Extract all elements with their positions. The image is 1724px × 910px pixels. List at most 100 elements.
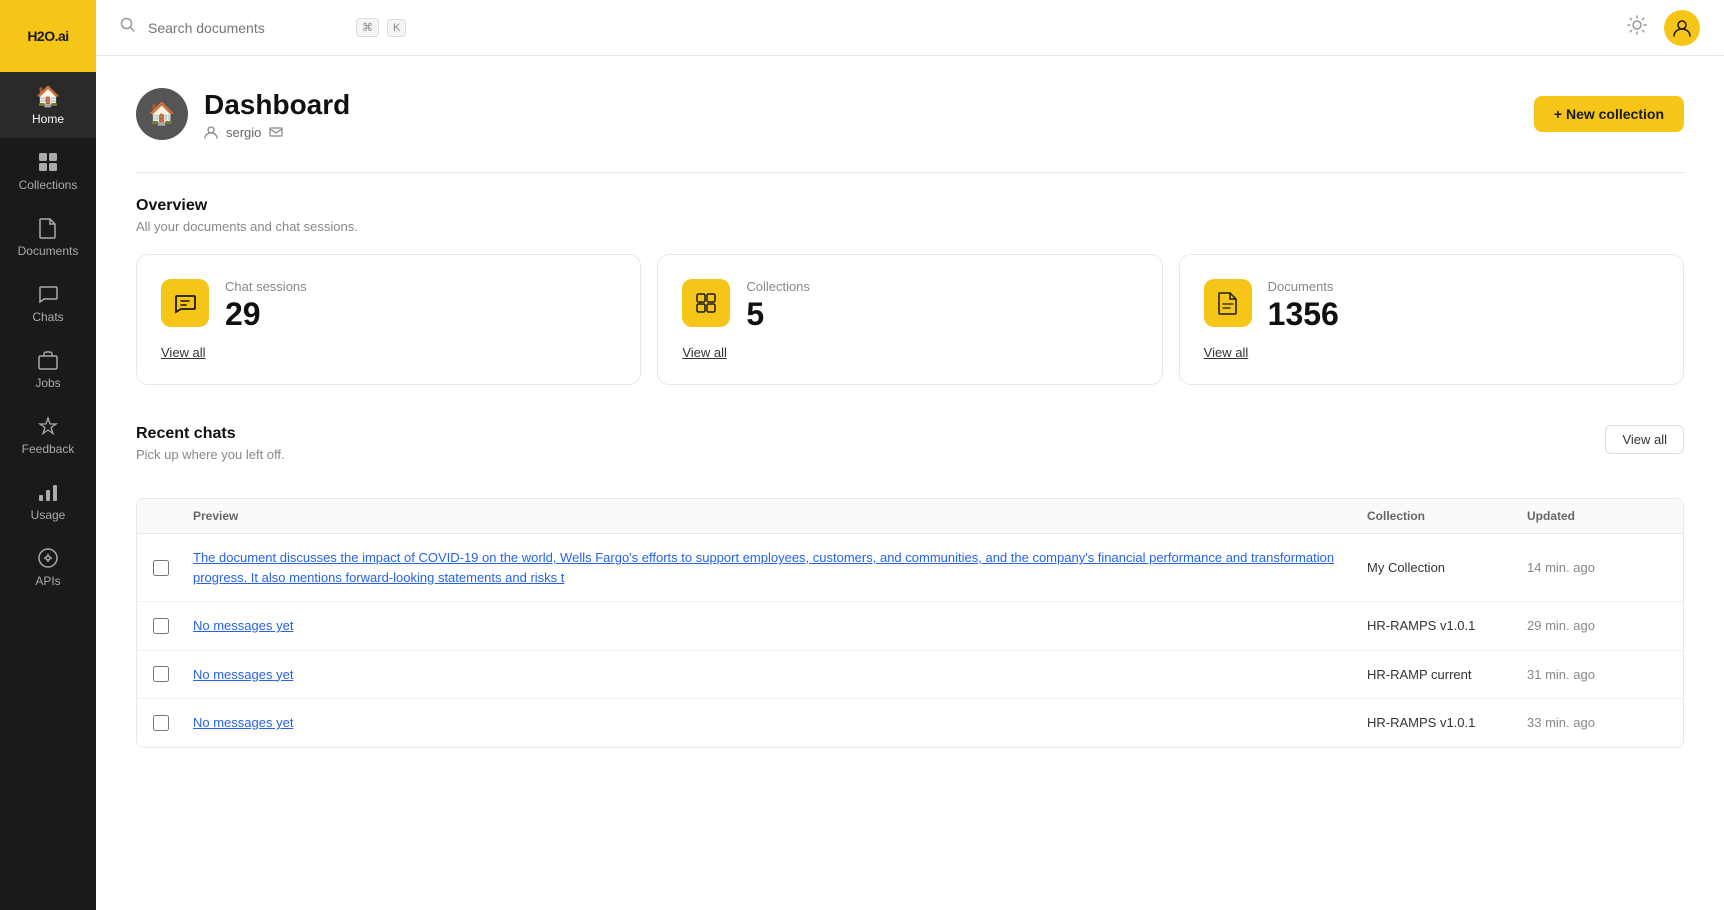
- search-input[interactable]: [148, 20, 348, 36]
- theme-toggle-icon[interactable]: [1626, 14, 1648, 42]
- stat-info-chat: Chat sessions 29: [225, 279, 616, 333]
- stat-view-all-documents[interactable]: View all: [1204, 345, 1249, 360]
- overview-subtitle: All your documents and chat sessions.: [136, 219, 1684, 234]
- overview-title: Overview: [136, 197, 1684, 215]
- search-kbd-meta: ⌘: [356, 18, 379, 37]
- table-header-collection: Collection: [1367, 509, 1527, 523]
- sidebar-item-documents[interactable]: Documents: [0, 204, 96, 270]
- avatar[interactable]: [1664, 10, 1700, 46]
- table-row: No messages yet HR-RAMPS v1.0.1 29 min. …: [137, 602, 1683, 651]
- row-collection-4: HR-RAMPS v1.0.1: [1367, 715, 1527, 730]
- table-row: The document discusses the impact of COV…: [137, 534, 1683, 602]
- stat-info-collections: Collections 5: [746, 279, 1137, 333]
- recent-chats-subtitle: Pick up where you left off.: [136, 447, 285, 462]
- new-collection-button[interactable]: + New collection: [1534, 96, 1684, 132]
- recent-chats-title: Recent chats: [136, 425, 285, 443]
- stats-row: Chat sessions 29 View all: [136, 254, 1684, 385]
- overview-section: Overview All your documents and chat ses…: [136, 197, 1684, 385]
- stat-view-all-chat[interactable]: View all: [161, 345, 206, 360]
- row-checkbox-2[interactable]: [153, 618, 169, 634]
- topbar-right: [1626, 10, 1700, 46]
- row-preview-1[interactable]: The document discusses the impact of COV…: [193, 548, 1367, 587]
- row-updated-1: 14 min. ago: [1527, 560, 1667, 575]
- stat-card-collections: Collections 5 View all: [657, 254, 1162, 385]
- home-icon: 🏠: [36, 84, 60, 108]
- row-checkbox-1[interactable]: [153, 560, 169, 576]
- stat-card-documents: Documents 1356 View all: [1179, 254, 1684, 385]
- stat-card-top-documents: Documents 1356: [1204, 279, 1659, 333]
- row-checkbox-4[interactable]: [153, 715, 169, 731]
- page-content: 🏠 Dashboard sergio: [96, 56, 1724, 910]
- header-divider: [136, 172, 1684, 173]
- row-preview-4[interactable]: No messages yet: [193, 713, 1367, 733]
- search-wrapper: ⌘ K: [148, 18, 1614, 37]
- search-kbd-k: K: [387, 19, 406, 37]
- table-row: No messages yet HR-RAMP current 31 min. …: [137, 651, 1683, 700]
- sidebar-item-label: Collections: [19, 178, 78, 192]
- dashboard-icon: 🏠: [136, 88, 188, 140]
- stat-card-chat-sessions: Chat sessions 29 View all: [136, 254, 641, 385]
- stat-label-collections: Collections: [746, 279, 1137, 294]
- sidebar-item-label: Home: [32, 112, 64, 126]
- main-content: ⌘ K 🏠 Dashboard: [96, 0, 1724, 910]
- table-header-updated: Updated: [1527, 509, 1667, 523]
- stat-card-top: Chat sessions 29: [161, 279, 616, 333]
- stat-label-documents: Documents: [1268, 279, 1659, 294]
- dashboard-user: sergio: [204, 125, 350, 140]
- recent-chats-section: Recent chats Pick up where you left off.…: [136, 425, 1684, 748]
- feedback-icon: [36, 414, 60, 438]
- row-collection-2: HR-RAMPS v1.0.1: [1367, 618, 1527, 633]
- search-icon: [120, 17, 136, 38]
- sidebar-item-usage[interactable]: Usage: [0, 468, 96, 534]
- sidebar-item-label: Jobs: [35, 376, 60, 390]
- documents-stat-icon: [1204, 279, 1252, 327]
- page-title: Dashboard: [204, 89, 350, 121]
- sidebar-item-chats[interactable]: Chats: [0, 270, 96, 336]
- documents-icon: [36, 216, 60, 240]
- sidebar-item-label: Documents: [18, 244, 79, 258]
- sidebar-item-home[interactable]: 🏠 Home: [0, 72, 96, 138]
- jobs-icon: [36, 348, 60, 372]
- row-checkbox-3[interactable]: [153, 666, 169, 682]
- row-preview-2[interactable]: No messages yet: [193, 616, 1367, 636]
- chat-sessions-icon: [161, 279, 209, 327]
- usage-icon: [36, 480, 60, 504]
- dashboard-header: 🏠 Dashboard sergio: [136, 88, 1684, 140]
- row-collection-3: HR-RAMP current: [1367, 667, 1527, 682]
- recent-chats-header: Recent chats Pick up where you left off.…: [136, 425, 1684, 482]
- apis-icon: [36, 546, 60, 570]
- dashboard-title-area: 🏠 Dashboard sergio: [136, 88, 350, 140]
- email-icon: [269, 125, 283, 139]
- table-header: Preview Collection Updated: [137, 499, 1683, 534]
- row-preview-3[interactable]: No messages yet: [193, 665, 1367, 685]
- table-header-checkbox: [153, 509, 193, 523]
- app-logo[interactable]: H2O.ai: [0, 0, 96, 72]
- sidebar-item-label: Chats: [32, 310, 63, 324]
- stat-info-documents: Documents 1356: [1268, 279, 1659, 333]
- sidebar-item-label: Usage: [31, 508, 66, 522]
- sidebar-item-label: Feedback: [22, 442, 75, 456]
- table-header-preview: Preview: [193, 509, 1367, 523]
- row-updated-4: 33 min. ago: [1527, 715, 1667, 730]
- table-row: No messages yet HR-RAMPS v1.0.1 33 min. …: [137, 699, 1683, 747]
- dashboard-title-text: Dashboard sergio: [204, 89, 350, 140]
- sidebar-item-label: APIs: [35, 574, 60, 588]
- sidebar-item-collections[interactable]: Collections: [0, 138, 96, 204]
- collections-stat-icon: [682, 279, 730, 327]
- sidebar-item-apis[interactable]: APIs: [0, 534, 96, 600]
- stat-view-all-collections[interactable]: View all: [682, 345, 727, 360]
- stat-value-collections: 5: [746, 296, 1137, 333]
- stat-value-documents: 1356: [1268, 296, 1659, 333]
- stat-value-chat: 29: [225, 296, 616, 333]
- row-collection-1: My Collection: [1367, 560, 1527, 575]
- chats-icon: [36, 282, 60, 306]
- row-updated-3: 31 min. ago: [1527, 667, 1667, 682]
- recent-chats-view-all-button[interactable]: View all: [1605, 425, 1684, 454]
- sidebar-item-feedback[interactable]: Feedback: [0, 402, 96, 468]
- stat-card-top-collections: Collections 5: [682, 279, 1137, 333]
- row-updated-2: 29 min. ago: [1527, 618, 1667, 633]
- username: sergio: [226, 125, 261, 140]
- sidebar-item-jobs[interactable]: Jobs: [0, 336, 96, 402]
- stat-label-chat: Chat sessions: [225, 279, 616, 294]
- user-icon: [204, 125, 218, 139]
